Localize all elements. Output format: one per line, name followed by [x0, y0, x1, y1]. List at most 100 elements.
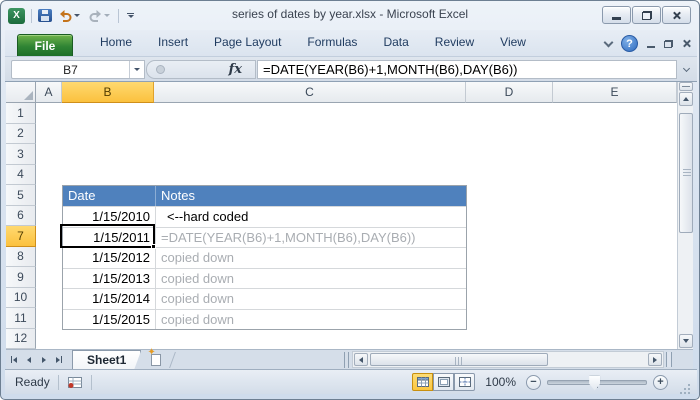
excel-app-icon[interactable]: X — [8, 8, 25, 24]
tab-page-layout[interactable]: Page Layout — [201, 29, 294, 56]
row-header-7[interactable]: 7 — [6, 226, 36, 247]
undo-button[interactable] — [56, 8, 82, 23]
scroll-down-button[interactable] — [679, 334, 693, 348]
normal-view-button[interactable] — [412, 373, 433, 391]
table-row-6[interactable]: 1/15/2015copied down — [63, 309, 466, 330]
note-cell[interactable]: copied down — [155, 248, 466, 268]
sheet-tab-sheet1[interactable]: Sheet1 — [72, 350, 141, 369]
vertical-scrollbar[interactable] — [677, 82, 693, 349]
tab-data[interactable]: Data — [370, 29, 421, 56]
note-cell[interactable]: copied down — [155, 269, 466, 289]
select-all-corner[interactable] — [6, 82, 36, 103]
scroll-left-button[interactable] — [354, 353, 368, 366]
row-header-12[interactable]: 12 — [6, 329, 36, 350]
vertical-scroll-thumb[interactable] — [679, 113, 693, 233]
row-header-5[interactable]: 5 — [6, 185, 36, 206]
formula-input[interactable]: =DATE(YEAR(B6)+1,MONTH(B6),DAY(B6)) — [257, 60, 677, 79]
zoom-level[interactable]: 100% — [485, 375, 516, 389]
name-box-dropdown[interactable] — [129, 61, 144, 78]
restore-button[interactable] — [632, 6, 661, 24]
row-header-9[interactable]: 9 — [6, 267, 36, 288]
column-header-a[interactable]: A — [36, 82, 62, 103]
workbook-minimize-icon[interactable] — [647, 46, 655, 48]
workbook-close-icon[interactable] — [682, 39, 691, 48]
row-header-6[interactable]: 6 — [6, 206, 36, 227]
column-header-d[interactable]: D — [466, 82, 553, 103]
tab-home[interactable]: Home — [87, 29, 145, 56]
row-header-1[interactable]: 1 — [6, 103, 36, 124]
scrollbar-splitter[interactable] — [666, 352, 672, 367]
arrow-right-icon — [56, 357, 60, 363]
selected-cell-outline[interactable] — [60, 224, 155, 248]
row-header-8[interactable]: 8 — [6, 247, 36, 268]
tab-view[interactable]: View — [487, 29, 539, 56]
zoom-in-button[interactable]: + — [653, 375, 668, 390]
sheet-grid[interactable]: ABCDE 123456789101112 Series of dates by… — [6, 82, 677, 349]
table-row-5[interactable]: 1/15/2014copied down — [63, 288, 466, 309]
zoom-slider[interactable] — [547, 380, 647, 385]
insert-function-area[interactable]: fx — [146, 60, 256, 79]
zoom-out-button[interactable]: − — [526, 375, 541, 390]
insert-worksheet-button[interactable]: ✦ — [147, 351, 167, 368]
row-header-11[interactable]: 11 — [6, 308, 36, 329]
last-sheet-button[interactable] — [51, 352, 66, 368]
column-header-c[interactable]: C — [154, 82, 466, 103]
bar-icon — [61, 356, 62, 363]
table-row-3[interactable]: 1/15/2012copied down — [63, 247, 466, 268]
arrow-up-icon — [683, 97, 689, 101]
help-icon[interactable]: ? — [621, 35, 638, 52]
fx-icon[interactable]: fx — [229, 62, 242, 77]
separator — [118, 9, 119, 23]
row-header-2[interactable]: 2 — [6, 124, 36, 145]
date-cell[interactable]: 1/15/2015 — [63, 310, 155, 330]
table-row-4[interactable]: 1/15/2013copied down — [63, 268, 466, 289]
resize-grip-icon[interactable] — [680, 384, 682, 386]
note-cell[interactable]: <--hard coded — [155, 207, 466, 227]
column-header-e[interactable]: E — [553, 82, 677, 103]
tab-insert[interactable]: Insert — [145, 29, 201, 56]
undo-dropdown-icon[interactable] — [74, 14, 80, 17]
note-cell[interactable]: =DATE(YEAR(B6)+1,MONTH(B6),DAY(B6)) — [155, 228, 466, 248]
row-header-4[interactable]: 4 — [6, 165, 36, 186]
tab-file[interactable]: File — [17, 34, 73, 56]
workbook-restore-icon[interactable] — [664, 40, 673, 48]
redo-dropdown-icon[interactable] — [104, 14, 110, 17]
next-sheet-button[interactable] — [36, 352, 51, 368]
scroll-right-button[interactable] — [648, 353, 662, 366]
fill-handle[interactable] — [151, 244, 156, 249]
save-icon[interactable] — [38, 9, 52, 22]
date-cell[interactable]: 1/15/2012 — [63, 248, 155, 268]
minimize-button[interactable] — [602, 6, 631, 24]
horizontal-scroll-thumb[interactable] — [370, 353, 548, 366]
tab-scroll-splitter[interactable] — [344, 352, 349, 368]
expand-formula-bar-button[interactable] — [679, 62, 693, 77]
expand-ribbon-icon[interactable] — [604, 37, 614, 47]
note-cell[interactable]: copied down — [155, 289, 466, 309]
tab-formulas[interactable]: Formulas — [294, 29, 370, 56]
bar-icon — [11, 356, 12, 363]
date-cell[interactable]: 1/15/2013 — [63, 269, 155, 289]
page-layout-view-button[interactable] — [433, 373, 454, 391]
row-header-3[interactable]: 3 — [6, 144, 36, 165]
data-table: Date Notes 1/15/2010<--hard coded1/15/20… — [62, 185, 467, 330]
previous-sheet-button[interactable] — [21, 352, 36, 368]
note-cell[interactable]: copied down — [155, 310, 466, 330]
redo-button[interactable] — [86, 8, 112, 23]
macro-record-icon[interactable] — [67, 376, 83, 389]
customize-quick-access-button[interactable] — [125, 11, 136, 20]
date-cell[interactable]: 1/15/2014 — [63, 289, 155, 309]
first-sheet-button[interactable] — [6, 352, 21, 368]
scroll-up-button[interactable] — [679, 92, 693, 106]
horizontal-scrollbar[interactable] — [352, 351, 664, 368]
separator — [58, 375, 59, 390]
tab-review[interactable]: Review — [422, 29, 487, 56]
column-header-b[interactable]: B — [62, 82, 154, 103]
split-box[interactable] — [679, 82, 693, 91]
page-break-view-button[interactable] — [454, 373, 475, 391]
row-header-10[interactable]: 10 — [6, 288, 36, 309]
name-box[interactable]: B7 — [11, 60, 145, 79]
arrow-left-icon — [13, 357, 17, 363]
table-header-row[interactable]: Date Notes — [63, 186, 466, 206]
close-button[interactable] — [662, 6, 691, 24]
zoom-slider-thumb[interactable] — [589, 376, 600, 391]
